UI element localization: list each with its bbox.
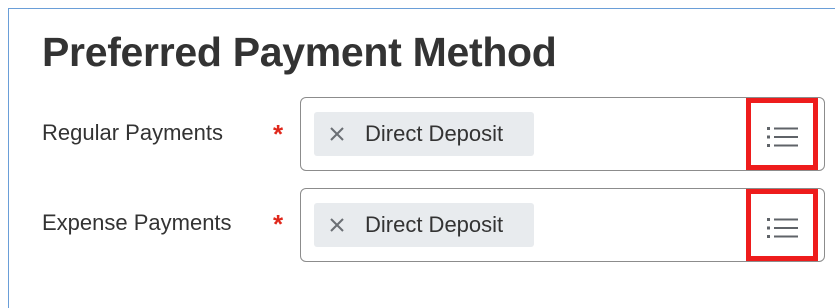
list-icon — [767, 218, 798, 238]
regular-payments-prompt-button[interactable] — [746, 98, 818, 170]
required-asterisk: * — [273, 209, 284, 239]
expense-payments-prompt-button[interactable] — [746, 189, 818, 261]
list-icon — [767, 127, 798, 147]
regular-payments-select[interactable]: Direct Deposit — [300, 97, 825, 171]
page-title: Preferred Payment Method — [42, 29, 557, 75]
selected-item-label: Direct Deposit — [365, 121, 504, 146]
regular-payments-label: Regular Payments — [42, 120, 223, 145]
close-icon[interactable] — [328, 125, 346, 143]
selected-item-pill: Direct Deposit — [314, 203, 534, 247]
required-asterisk: * — [273, 119, 284, 149]
expense-payments-label: Expense Payments — [42, 210, 232, 235]
selected-item-label: Direct Deposit — [365, 212, 504, 237]
selected-item-pill: Direct Deposit — [314, 112, 534, 156]
close-icon[interactable] — [328, 216, 346, 234]
expense-payments-select[interactable]: Direct Deposit — [300, 188, 825, 262]
